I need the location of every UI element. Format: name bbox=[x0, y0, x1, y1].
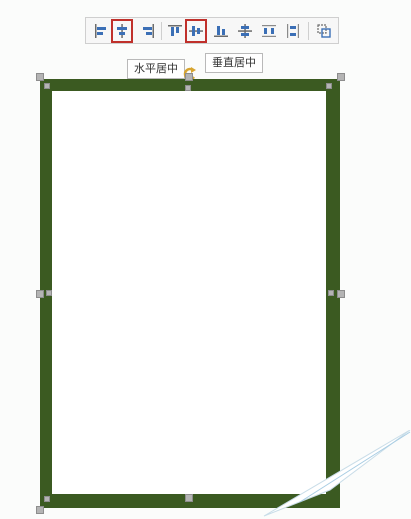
resize-handle-middle-left[interactable] bbox=[36, 290, 44, 298]
distribute-icon bbox=[238, 24, 252, 38]
distribute-vertical-button[interactable] bbox=[282, 21, 304, 41]
align-right-button[interactable] bbox=[137, 21, 159, 41]
resize-handle-bottom-center[interactable] bbox=[185, 494, 193, 502]
inner-handle-top-center[interactable] bbox=[185, 85, 191, 91]
resize-handle-top-right[interactable] bbox=[337, 73, 345, 81]
align-left-icon bbox=[95, 24, 106, 38]
arrow-overlay bbox=[263, 430, 411, 517]
distribute-horizontal-button[interactable] bbox=[258, 21, 280, 41]
align-center-horizontal-button[interactable] bbox=[111, 19, 133, 43]
tooltip-vertical-center: 垂直居中 bbox=[205, 53, 263, 73]
resize-handle-bottom-left[interactable] bbox=[36, 506, 44, 514]
toolbar-separator bbox=[161, 22, 162, 40]
distribute-center-button[interactable] bbox=[234, 21, 256, 41]
align-bottom-button[interactable] bbox=[210, 21, 232, 41]
resize-handle-middle-right[interactable] bbox=[337, 290, 345, 298]
inner-handle-middle-right[interactable] bbox=[328, 290, 334, 296]
inner-handle-middle-left[interactable] bbox=[46, 290, 52, 296]
align-right-icon bbox=[143, 24, 154, 38]
align-top-button[interactable] bbox=[164, 21, 186, 41]
distribute-vertical-icon bbox=[287, 24, 299, 38]
inner-handle-bottom-left[interactable] bbox=[44, 496, 50, 502]
inner-handle-top-left[interactable] bbox=[44, 83, 50, 89]
alignment-toolbar bbox=[85, 17, 339, 44]
align-center-vertical-button[interactable] bbox=[185, 19, 207, 43]
align-center-vertical-icon bbox=[189, 26, 203, 36]
resize-handle-top-left[interactable] bbox=[36, 73, 44, 81]
distribute-horizontal-icon bbox=[262, 25, 276, 37]
group-button[interactable] bbox=[313, 21, 335, 41]
align-left-button[interactable] bbox=[90, 21, 112, 41]
align-center-horizontal-icon bbox=[117, 24, 127, 38]
align-bottom-icon bbox=[214, 26, 228, 37]
group-icon bbox=[317, 24, 331, 38]
toolbar-separator bbox=[308, 22, 309, 40]
align-top-icon bbox=[168, 25, 182, 36]
inner-handle-top-right[interactable] bbox=[326, 83, 332, 89]
tooltip-horizontal-center: 水平居中 bbox=[127, 59, 185, 79]
resize-handle-top-center[interactable] bbox=[185, 73, 193, 81]
